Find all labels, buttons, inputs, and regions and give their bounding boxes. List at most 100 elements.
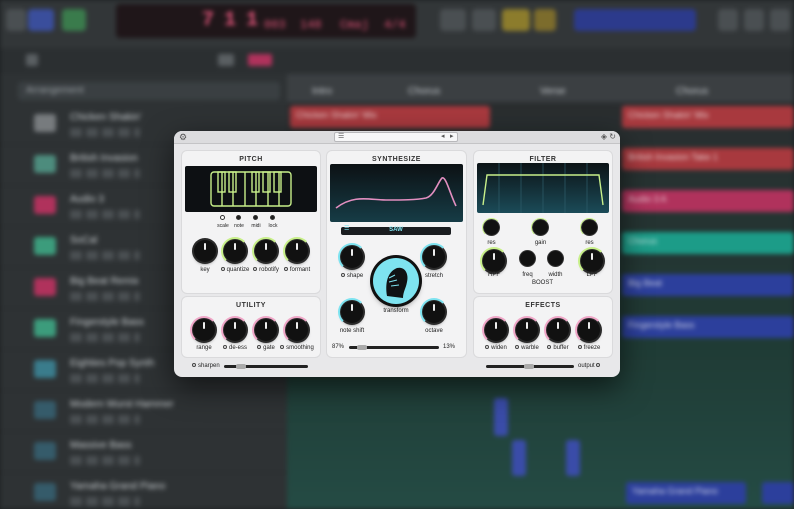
filter-res-2-knob[interactable] <box>580 218 599 237</box>
track-icon <box>34 237 56 255</box>
clip[interactable]: Audio 3 A <box>622 190 794 212</box>
de-ess-knob[interactable] <box>221 316 249 344</box>
track-controls[interactable] <box>70 251 140 260</box>
mix-slider[interactable] <box>349 345 439 350</box>
track-name: Yamaha Grand Piano <box>70 481 166 492</box>
preset-selector[interactable]: ☰ ◂ ▸ <box>334 132 458 142</box>
robotify-knob[interactable] <box>252 237 280 265</box>
track-controls[interactable] <box>70 128 140 137</box>
note-shift-knob[interactable] <box>338 298 366 326</box>
filter-res-0-knob[interactable] <box>482 218 501 237</box>
filter-freq-knob[interactable] <box>520 251 535 266</box>
prev-preset-icon[interactable]: ◂ <box>441 132 445 140</box>
pitch-option-lock-radio[interactable] <box>270 215 275 220</box>
filter-display[interactable] <box>477 163 609 213</box>
shape-knob[interactable] <box>338 243 366 271</box>
key-knob[interactable] <box>194 240 216 262</box>
notepad-button[interactable] <box>718 9 738 31</box>
track-controls[interactable] <box>70 374 140 383</box>
track-row[interactable]: Massive Bass <box>0 432 287 473</box>
track-icon <box>34 401 56 419</box>
track-icon <box>34 114 56 132</box>
warble-knob[interactable] <box>513 316 541 344</box>
cycle-button[interactable] <box>440 9 466 31</box>
waveform-graphic <box>335 177 457 209</box>
mix-slider-thumb[interactable] <box>357 345 367 350</box>
knob-ring <box>420 298 448 326</box>
stretch-knob[interactable] <box>420 243 448 271</box>
clip[interactable]: Chorus <box>622 232 794 254</box>
count-in-button[interactable] <box>502 9 530 31</box>
knob-ring <box>252 316 280 344</box>
output-slider[interactable] <box>486 364 574 369</box>
control-bar: 7 1 1 003 148 Cmaj 4/4 <box>0 0 794 48</box>
section-chorus-2: Chorus <box>676 86 709 97</box>
note-shift-label: note shift <box>339 328 365 334</box>
range-knob[interactable] <box>190 316 218 344</box>
master-volume-slider[interactable] <box>574 9 696 31</box>
transform-pad[interactable] <box>373 258 419 304</box>
keyboard-display[interactable] <box>185 166 317 212</box>
library-button[interactable] <box>6 9 26 31</box>
filter-lpf-knob[interactable] <box>578 247 606 275</box>
track-name: Modern Wurst Hammer <box>70 399 174 410</box>
track-controls[interactable] <box>70 415 140 424</box>
buffer-knob[interactable] <box>544 316 572 344</box>
clip[interactable] <box>512 440 526 476</box>
track-row[interactable]: Modern Wurst Hammer <box>0 391 287 432</box>
clip[interactable]: British Invasion Take 1 <box>622 148 794 170</box>
section-chorus-1: Chorus <box>408 86 441 97</box>
metronome-button[interactable] <box>534 9 556 31</box>
smoothing-knob[interactable] <box>283 316 311 344</box>
mix-right-value: 13% <box>443 344 456 350</box>
plugin-title-bar: ⚙ ☰ ◂ ▸ ◈ ↻ <box>174 131 620 144</box>
waveform-display[interactable] <box>330 164 463 222</box>
sharpen-slider[interactable] <box>224 364 308 369</box>
play-button[interactable] <box>28 9 54 31</box>
formant-knob[interactable] <box>283 237 311 265</box>
wave-type: SAW <box>389 227 403 233</box>
clip[interactable]: Yamaha Grand Piano <box>626 482 746 504</box>
filter-panel: FILTER res gain res HPF freq width LPF BOOST <box>474 151 612 293</box>
track-controls[interactable] <box>70 456 140 465</box>
clip[interactable]: Chicken Shakin' Mix <box>290 106 490 128</box>
list-icon[interactable]: ☰ <box>338 132 344 140</box>
pitch-option-note-radio[interactable] <box>236 215 241 220</box>
quantize-knob[interactable] <box>221 237 249 265</box>
sharpen-slider-thumb[interactable] <box>236 364 246 369</box>
clip[interactable] <box>494 398 508 436</box>
utility-title: UTILITY <box>236 302 266 309</box>
wave-selector[interactable]: ☰ SAW <box>341 226 451 235</box>
record-button[interactable] <box>62 9 86 31</box>
knob-ring <box>480 247 508 275</box>
filter-hpf-knob[interactable] <box>480 247 508 275</box>
filter-width-knob[interactable] <box>548 251 563 266</box>
octave-knob[interactable] <box>420 298 448 326</box>
track-controls[interactable] <box>70 169 140 178</box>
track-row[interactable]: Yamaha Grand Piano <box>0 473 287 509</box>
track-name: Chicken Shakin' <box>70 112 142 123</box>
filter-gain-1-knob[interactable] <box>531 218 550 237</box>
gate-knob[interactable] <box>252 316 280 344</box>
widen-knob[interactable] <box>482 316 510 344</box>
loops-button[interactable] <box>744 9 764 31</box>
output-slider-thumb[interactable] <box>524 364 534 369</box>
next-preset-icon[interactable]: ▸ <box>450 132 454 140</box>
freeze-knob[interactable] <box>575 316 603 344</box>
tuner-button[interactable] <box>472 9 496 31</box>
clip[interactable]: Chicken Shakin' Mix <box>622 106 794 128</box>
clip[interactable] <box>762 482 794 504</box>
track-controls[interactable] <box>70 210 140 219</box>
compare-icon[interactable]: ◈ ↻ <box>601 132 616 141</box>
clip[interactable]: Fingerstyle Bass <box>622 316 794 338</box>
browser-button[interactable] <box>770 9 790 31</box>
clip[interactable]: Big Beat <box>622 274 794 296</box>
pitch-option-midi-radio[interactable] <box>253 215 258 220</box>
track-controls[interactable] <box>70 333 140 342</box>
pitch-option-scale-radio[interactable] <box>220 215 225 220</box>
track-controls[interactable] <box>70 292 140 301</box>
track-controls[interactable] <box>70 497 140 506</box>
clip[interactable] <box>566 440 580 476</box>
gear-icon[interactable]: ⚙ <box>178 132 188 142</box>
track-icon <box>34 360 56 378</box>
